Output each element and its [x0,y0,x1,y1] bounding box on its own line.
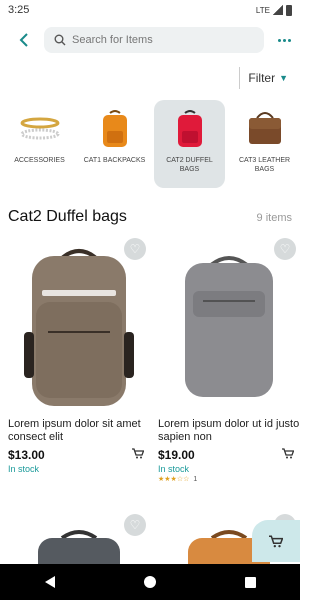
add-to-cart-icon[interactable] [282,448,295,462]
system-nav-bar [0,564,300,600]
backpack-icon [38,530,120,564]
cart-icon [269,534,283,547]
stock-status: In stock [8,464,40,474]
more-dot-icon [287,38,291,42]
search-box[interactable] [44,27,264,53]
category-label: ACCESSORIES [14,157,65,164]
red-backpack-icon [168,108,212,150]
bracelet-icon [18,108,62,150]
status-icons: LTE [255,4,292,16]
favorite-heart-icon[interactable]: ♡ [124,514,146,536]
category-duffel-bags[interactable]: CAT2 DUFFEL BAGS [154,100,225,188]
leather-bag-icon [243,108,287,150]
product-image: ♡ [8,512,150,564]
back-button[interactable] [10,33,38,47]
item-count: 9 items [256,212,292,224]
orange-backpack-icon [93,108,137,150]
nav-recents-icon[interactable] [244,576,256,588]
more-dot-icon [277,38,281,42]
filter-label: Filter [248,71,276,85]
stock-status: In stock [158,464,190,474]
add-to-cart-icon[interactable] [132,448,145,462]
chevron-down-icon: ▼ [279,73,288,83]
nav-back-icon[interactable] [44,576,55,588]
favorite-heart-icon[interactable]: ♡ [124,238,146,260]
category-list: ACCESSORIES CAT1 BACKPACKS CAT2 DUFFEL B… [0,100,300,190]
battery-icon [286,4,292,16]
product-name: Lorem ipsum dolor sit amet consect elit [8,418,141,443]
search-icon [54,34,66,46]
divider [239,67,241,89]
product-card[interactable]: ♡ Lorem ipsum dolor sit amet consect eli… [8,236,150,474]
more-dot-icon [282,38,286,42]
category-backpacks[interactable]: CAT1 BACKPACKS [79,100,150,188]
top-bar [0,24,300,56]
rating-stars: ★★★☆☆ [158,476,190,483]
product-card[interactable]: ♡ Lorem ipsum dolor ut id justo sapien n… [158,236,300,483]
rating: ★★★☆☆ 1 [158,475,300,483]
nav-home-icon[interactable] [143,576,156,588]
network-label: LTE [255,5,270,15]
category-label: CAT2 DUFFEL BAGS [166,157,213,173]
section-title: Cat2 Duffel bags [8,208,127,225]
product-name: Lorem ipsum dolor ut id justo sapien non [158,418,300,443]
grey-backpack-icon [185,256,273,397]
section-header: Cat2 Duffel bags 9 items [8,208,292,226]
status-time: 3:25 [8,4,30,16]
brown-backpack-icon [24,249,134,406]
price-row: $19.00 [158,448,295,462]
favorite-heart-icon[interactable]: ♡ [274,238,296,260]
chevron-left-icon [19,33,28,47]
filter-button[interactable]: Filter ▼ [248,71,288,85]
category-leather-bags[interactable]: CAT3 LEATHER BAGS [229,100,300,188]
product-image: ♡ [158,236,300,416]
product-image: ♡ [8,236,150,416]
category-label: CAT1 BACKPACKS [83,157,146,164]
category-label: CAT3 LEATHER BAGS [238,157,291,173]
filter-row: Filter ▼ [239,66,300,90]
price-row: $13.00 [8,448,145,462]
more-options-button[interactable] [272,38,296,42]
signal-icon [273,5,283,15]
cart-fab-button[interactable] [252,520,300,562]
category-accessories[interactable]: ACCESSORIES [4,100,75,188]
search-input[interactable] [72,34,242,46]
product-price: $19.00 [158,448,195,462]
rating-count: 1 [193,476,198,483]
status-bar: 3:25 LTE [0,0,300,20]
product-price: $13.00 [8,448,45,462]
product-card[interactable]: ♡ [8,512,150,564]
